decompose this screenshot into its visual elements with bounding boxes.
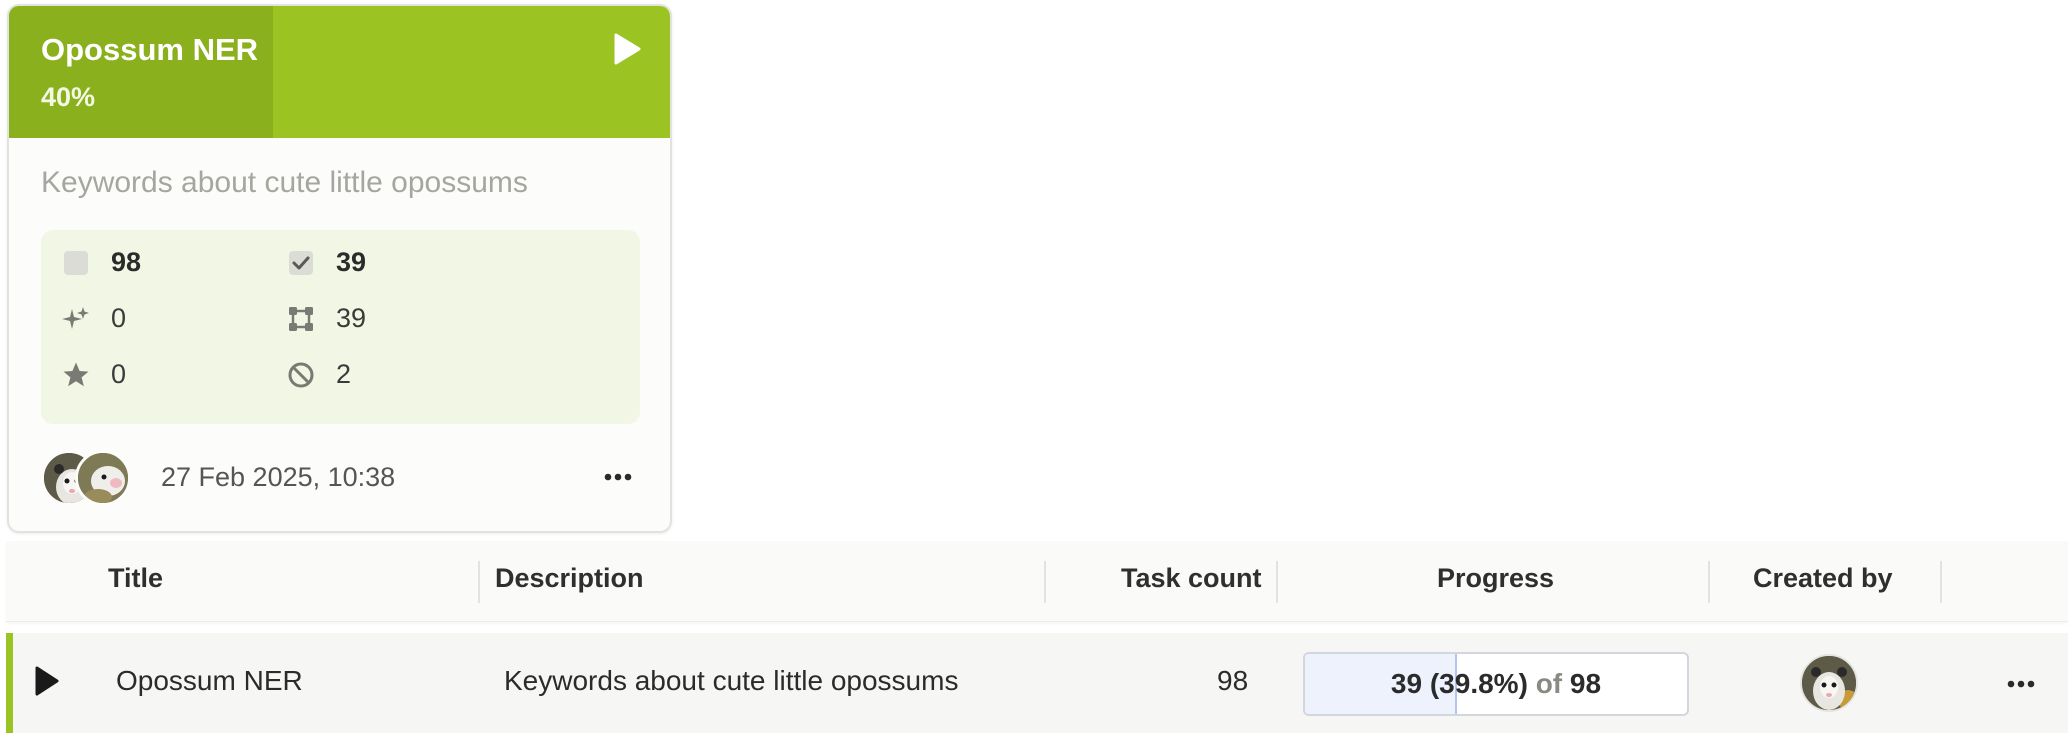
card-header: Opossum NER 40% [9,6,670,138]
row-task-count: 98 [1217,665,1249,696]
stat-completed: 39 [286,247,366,278]
column-header-created-by[interactable]: Created by [1753,563,1893,594]
progress-bar: 39 (39.8%) of 98 [1303,652,1689,716]
column-header-progress[interactable]: Progress [1437,563,1554,594]
bounding-box-icon [286,304,316,334]
card-progress-label: 40% [41,82,96,112]
stat-total-tasks: 98 [61,247,141,278]
column-header-description[interactable]: Description [495,563,644,594]
ellipsis-icon[interactable] [2001,669,2041,699]
play-icon[interactable] [612,32,642,66]
project-card[interactable]: Opossum NER 40% Keywords about cute litt… [7,4,672,533]
stat-annotations: 39 [286,303,366,334]
avatar [75,450,131,506]
stat-starred: 0 [61,359,126,390]
card-description: Keywords about cute little opossums [41,166,528,199]
progress-of: of [1535,668,1563,699]
card-date: 27 Feb 2025, 10:38 [161,462,396,492]
star-icon [61,360,91,390]
column-header-task-count[interactable]: Task count [1121,563,1262,594]
column-resizer[interactable] [478,561,480,603]
stat-skipped-value: 2 [336,359,352,389]
column-resizer[interactable] [1708,561,1710,603]
stat-predictions: 0 [61,303,126,334]
stat-starred-value: 0 [111,359,127,389]
column-resizer[interactable] [1044,561,1046,603]
stat-skipped: 2 [286,359,351,390]
ban-icon [286,360,316,390]
card-stats: 98 39 0 39 0 2 [41,230,640,424]
column-header-title[interactable]: Title [108,563,163,594]
row-title[interactable]: Opossum NER [116,665,303,697]
table-row[interactable]: Opossum NER Keywords about cute little o… [6,633,2068,733]
row-description: Keywords about cute little opossums [504,665,959,696]
checkbox-checked-icon [286,248,316,278]
play-icon[interactable] [34,665,60,697]
progress-total: 98 [1569,668,1602,699]
card-footer: 27 Feb 2025, 10:38 [41,448,638,510]
projects-table: Title Description Task count Progress Cr… [6,541,2068,742]
stat-annotations-value: 39 [336,303,367,333]
sparkles-icon [61,304,91,334]
table-header: Title Description Task count Progress Cr… [6,541,2068,622]
ellipsis-icon[interactable] [598,462,638,492]
stat-predictions-value: 0 [111,303,127,333]
card-title[interactable]: Opossum NER [41,32,258,68]
card-progress-fill [9,6,274,138]
column-resizer[interactable] [1940,561,1942,603]
avatar [1800,654,1858,712]
progress-text: 39 (39.8%) of 98 [1305,668,1687,700]
stat-completed-value: 39 [336,247,367,277]
progress-percent: (39.8%) [1429,668,1528,699]
column-resizer[interactable] [1276,561,1278,603]
progress-done: 39 [1390,668,1423,699]
row-accent [6,633,13,733]
stat-total-tasks-value: 98 [111,247,142,277]
checkbox-empty-icon [61,248,91,278]
